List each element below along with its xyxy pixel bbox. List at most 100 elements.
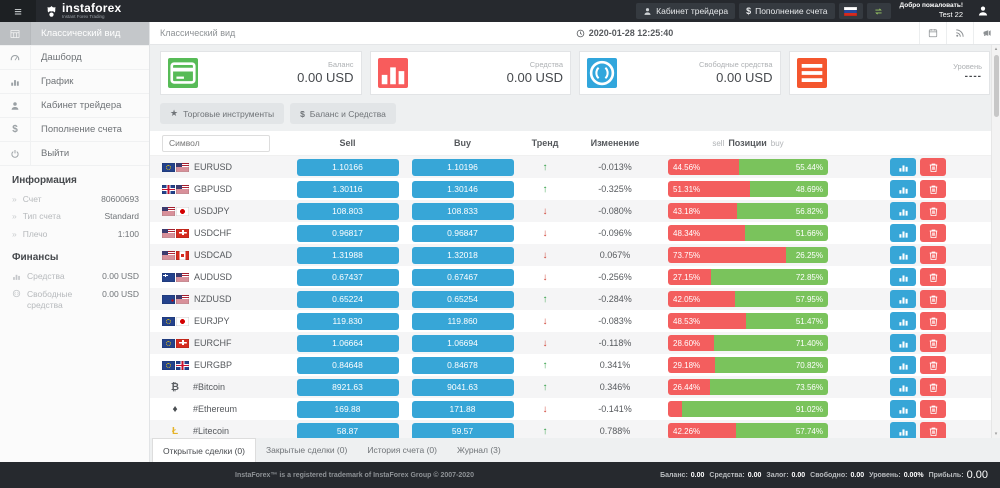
scrollbar-thumb[interactable]: [994, 55, 999, 117]
sell-price-button[interactable]: 108.803: [297, 203, 399, 220]
buy-price-button[interactable]: 1.30146: [412, 181, 514, 198]
open-chart-button[interactable]: [890, 334, 916, 352]
delete-button[interactable]: [920, 268, 946, 286]
delete-button[interactable]: [920, 202, 946, 220]
avatar[interactable]: [972, 3, 994, 20]
open-chart-button[interactable]: [890, 422, 916, 438]
scroll-down-arrow-icon[interactable]: ▾: [995, 430, 998, 438]
symbol-table-body: EURUSD1.101661.10196↑-0.013%44.56%55.44%…: [150, 156, 1000, 438]
buy-price-button[interactable]: 0.84678: [412, 357, 514, 374]
delete-button[interactable]: [920, 290, 946, 308]
bar-chart-icon: [898, 316, 909, 327]
positions-cell: 26.44%73.56%: [660, 379, 890, 395]
buy-price-button[interactable]: 1.06694: [412, 335, 514, 352]
open-chart-button[interactable]: [890, 246, 916, 264]
scroll-up-arrow-icon[interactable]: ▴: [995, 45, 998, 53]
sell-price-button[interactable]: 1.06664: [297, 335, 399, 352]
positions-bar: 27.15%72.85%: [668, 269, 828, 285]
symbol-filter-input[interactable]: [162, 135, 270, 152]
sidebar-item-logout[interactable]: Выйти: [0, 142, 149, 166]
open-chart-button[interactable]: [890, 378, 916, 396]
buy-price-button[interactable]: 1.32018: [412, 247, 514, 264]
table-row: AUDUSD0.674370.67467↓-0.256%27.15%72.85%: [150, 266, 1000, 288]
open-chart-button[interactable]: [890, 202, 916, 220]
delete-button[interactable]: [920, 180, 946, 198]
trading-instruments-button[interactable]: ★ Торговые инструменты: [160, 103, 284, 124]
tab-journal[interactable]: Журнал (3): [447, 438, 511, 462]
sell-price-button[interactable]: 0.67437: [297, 269, 399, 286]
buy-price-button[interactable]: 119.860: [412, 313, 514, 330]
delete-button[interactable]: [920, 246, 946, 264]
sell-price-button[interactable]: 1.30116: [297, 181, 399, 198]
sidebar-item-classic-view[interactable]: Классический вид: [0, 22, 149, 46]
buy-cell: 0.96847: [405, 225, 520, 242]
open-chart-button[interactable]: [890, 158, 916, 176]
open-chart-button[interactable]: [890, 356, 916, 374]
delete-button[interactable]: [920, 400, 946, 418]
buy-positions-segment: 51.66%: [745, 225, 828, 241]
sell-price-button[interactable]: 0.96817: [297, 225, 399, 242]
table-row: GBPUSD1.301161.30146↑-0.325%51.31%48.69%: [150, 178, 1000, 200]
language-button[interactable]: [839, 3, 863, 19]
trash-icon: [928, 184, 939, 195]
tab-account-history[interactable]: История счета (0): [357, 438, 447, 462]
delete-button[interactable]: [920, 334, 946, 352]
megaphone-icon[interactable]: [973, 22, 1000, 44]
logo[interactable]: instaforex Instant Forex Trading: [36, 2, 130, 20]
sell-price-button[interactable]: 0.65224: [297, 291, 399, 308]
open-chart-button[interactable]: [890, 400, 916, 418]
balance-funds-button[interactable]: $ Баланс и Средства: [290, 103, 396, 124]
buy-price-button[interactable]: 9041.63: [412, 379, 514, 396]
sell-price-button[interactable]: 1.31988: [297, 247, 399, 264]
sell-price-button[interactable]: 1.10166: [297, 159, 399, 176]
exchange-button[interactable]: [867, 3, 891, 19]
buy-price-button[interactable]: 0.65254: [412, 291, 514, 308]
trash-icon: [928, 404, 939, 415]
sidebar-item-trader-cabinet[interactable]: Кабинет трейдера: [0, 94, 149, 118]
flag-eu-icon: [162, 339, 175, 348]
sell-price-button[interactable]: 8921.63: [297, 379, 399, 396]
russian-flag-icon: [844, 7, 857, 16]
delete-button[interactable]: [920, 422, 946, 438]
delete-button[interactable]: [920, 158, 946, 176]
delete-button[interactable]: [920, 378, 946, 396]
trader-cabinet-button[interactable]: Кабинет трейдера: [636, 3, 735, 19]
open-chart-button[interactable]: [890, 180, 916, 198]
sidebar-item-chart[interactable]: График: [0, 70, 149, 94]
delete-button[interactable]: [920, 356, 946, 374]
sidebar-item-deposit[interactable]: $Пополнение счета: [0, 118, 149, 142]
sell-percent: 48.53%: [673, 317, 700, 326]
buy-price-button[interactable]: 108.833: [412, 203, 514, 220]
menu-toggle-button[interactable]: ≡: [0, 0, 36, 22]
rss-icon[interactable]: [946, 22, 973, 44]
delete-button[interactable]: [920, 312, 946, 330]
symbol-name: NZDUSD: [194, 294, 232, 304]
vertical-scrollbar[interactable]: ▴ ▾: [991, 45, 1000, 438]
finance-row: Свободные средства0.00 USD: [0, 286, 149, 315]
coin-icon: [12, 289, 21, 298]
calendar-icon[interactable]: [919, 22, 946, 44]
open-chart-button[interactable]: [890, 290, 916, 308]
sell-price-button[interactable]: 58.87: [297, 423, 399, 439]
open-chart-button[interactable]: [890, 268, 916, 286]
tab-closed-trades[interactable]: Закрытые сделки (0): [256, 438, 357, 462]
sidebar-finance-list: Средства0.00 USDСвободные средства0.00 U…: [0, 268, 149, 314]
sidebar-item-dashboard[interactable]: Дашборд: [0, 46, 149, 70]
buy-price-button[interactable]: 0.67467: [412, 269, 514, 286]
tab-open-trades[interactable]: Открытые сделки (0): [152, 438, 256, 462]
deposit-button[interactable]: $ Пополнение счета: [739, 3, 834, 19]
sell-price-button[interactable]: 169.88: [297, 401, 399, 418]
buy-positions-segment: 26.25%: [786, 247, 828, 263]
buy-price-button[interactable]: 59.57: [412, 423, 514, 439]
buy-price-button[interactable]: 1.10196: [412, 159, 514, 176]
delete-button[interactable]: [920, 224, 946, 242]
buy-price-button[interactable]: 171.88: [412, 401, 514, 418]
info-row: »Тип счетаStandard: [0, 208, 149, 225]
open-chart-button[interactable]: [890, 312, 916, 330]
symbol-name: AUDUSD: [194, 272, 232, 282]
stat-card-value: 0.00 USD: [198, 70, 354, 86]
open-chart-button[interactable]: [890, 224, 916, 242]
sell-price-button[interactable]: 0.84648: [297, 357, 399, 374]
sell-price-button[interactable]: 119.830: [297, 313, 399, 330]
buy-price-button[interactable]: 0.96847: [412, 225, 514, 242]
